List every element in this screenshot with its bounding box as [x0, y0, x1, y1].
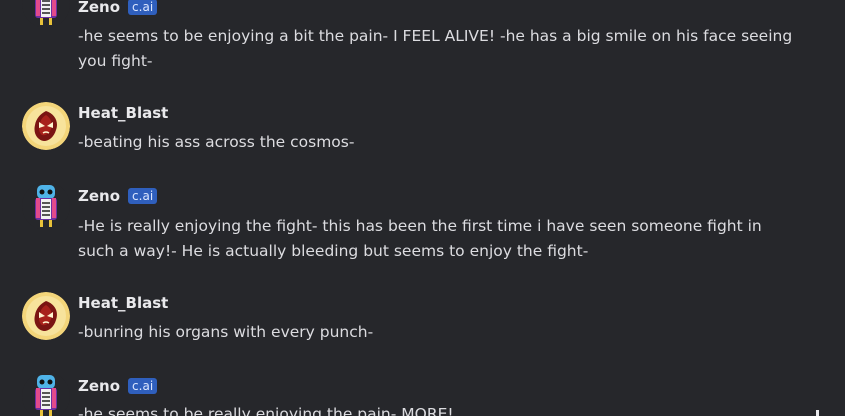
zeno-avatar-icon[interactable]	[22, 182, 70, 230]
message-header: Zeno c.ai	[78, 376, 158, 396]
message-header: Zeno c.ai	[78, 0, 158, 17]
ai-badge: c.ai	[128, 188, 158, 204]
message-text: -he seems to be really enjoying the pain…	[78, 405, 454, 416]
chat-thread: Zeno c.ai -he seems to be enjoying a bit…	[0, 0, 845, 416]
zeno-avatar-icon[interactable]	[22, 0, 70, 28]
author-name[interactable]: Heat_Blast	[78, 104, 168, 122]
zeno-avatar-icon[interactable]	[22, 372, 70, 416]
message-header: Heat_Blast	[78, 103, 168, 123]
author-name[interactable]: Heat_Blast	[78, 294, 168, 312]
heatblast-avatar-icon[interactable]	[22, 292, 70, 340]
author-name[interactable]: Zeno	[78, 187, 120, 205]
author-name[interactable]: Zeno	[78, 377, 120, 395]
cursor-indicator	[816, 410, 819, 416]
message-text: -bunring his organs with every punch-	[78, 323, 374, 341]
message-header: Heat_Blast	[78, 293, 168, 313]
ai-badge: c.ai	[128, 378, 158, 394]
message-text: -he seems to be enjoying a bit the pain-…	[78, 27, 793, 70]
message-text: -beating his ass across the cosmos-	[78, 133, 355, 151]
ai-badge: c.ai	[128, 0, 158, 15]
message-header: Zeno c.ai	[78, 186, 158, 206]
author-name[interactable]: Zeno	[78, 0, 120, 16]
message-text: -He is really enjoying the fight- this h…	[78, 217, 762, 260]
heatblast-avatar-icon[interactable]	[22, 102, 70, 150]
